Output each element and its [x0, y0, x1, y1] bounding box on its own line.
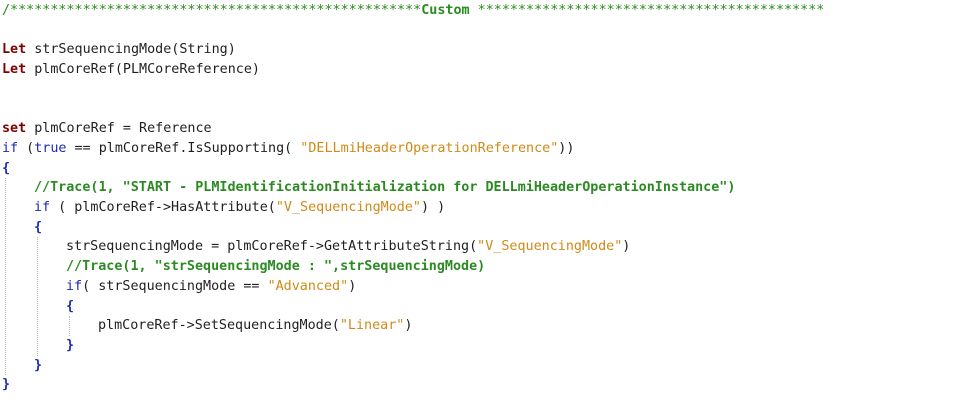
code-token: == plmCoreRef.IsSupporting(	[66, 140, 301, 156]
code-line: {	[34, 218, 42, 237]
code-token: ) )	[420, 200, 446, 215]
code-token: }	[34, 357, 43, 373]
indent-guide	[37, 237, 38, 356]
code-line: }	[2, 375, 10, 394]
code-token: "DELLmiHeaderOperationReference"	[300, 140, 559, 156]
code-token: set	[2, 121, 27, 137]
code-line: Let strSequencingMode(String)	[2, 40, 236, 59]
code-token: //Trace(1, "START - PLMIdentificationIni…	[34, 180, 736, 196]
code-line: }	[34, 356, 42, 375]
code-token: )	[348, 278, 357, 294]
code-token: {	[2, 160, 11, 176]
code-token: Let	[2, 62, 27, 78]
code-token: true	[34, 140, 67, 156]
code-line: {	[66, 297, 74, 316]
code-token: strSequencingMode(String)	[26, 42, 236, 58]
code-token: }	[2, 377, 11, 393]
code-line: Let plmCoreRef(PLMCoreReference)	[2, 60, 260, 79]
code-line: {	[2, 159, 10, 178]
code-line: if( strSequencingMode == "Advanced")	[66, 277, 356, 296]
code-token: )	[622, 239, 631, 255]
code-token: plmCoreRef(PLMCoreReference)	[26, 62, 260, 78]
code-line: if (true == plmCoreRef.IsSupporting( "DE…	[2, 139, 574, 158]
code-token: ( strSequencingMode ==	[82, 278, 268, 294]
code-editor[interactable]: /***************************************…	[0, 0, 960, 408]
code-token: "Advanced"	[267, 278, 349, 294]
code-token: )	[404, 318, 413, 334]
code-line: }	[66, 336, 74, 355]
code-token: /***************************************…	[2, 3, 422, 18]
code-token: ))	[558, 140, 575, 156]
code-token: "V_SequencingMode"	[275, 200, 421, 215]
code-token: "Linear"	[339, 318, 405, 334]
code-token: strSequencingMode = plmCoreRef->GetAttri…	[66, 239, 478, 255]
code-line: //Trace(1, "START - PLMIdentificationIni…	[34, 178, 735, 197]
code-token: {	[34, 219, 43, 235]
code-token: ****************************************…	[469, 3, 825, 18]
code-token: if	[66, 278, 83, 294]
code-token: if	[34, 200, 51, 215]
code-line: //Trace(1, "strSequencingMode : ",strSeq…	[66, 257, 485, 276]
code-token: Custom	[421, 3, 470, 18]
code-line: set plmCoreRef = Reference	[2, 119, 212, 138]
code-line: strSequencingMode = plmCoreRef->GetAttri…	[66, 237, 630, 256]
code-line: if ( plmCoreRef->HasAttribute("V_Sequenc…	[34, 198, 445, 217]
code-token: (	[18, 140, 35, 156]
code-token: plmCoreRef->SetSequencingMode(	[98, 318, 340, 334]
code-token: {	[66, 298, 75, 314]
code-token: Let	[2, 42, 27, 58]
code-token: "V_SequencingMode"	[477, 239, 623, 255]
indent-guide	[5, 178, 6, 376]
code-token: }	[66, 337, 75, 353]
code-token: if	[2, 140, 19, 156]
indent-guide	[69, 316, 70, 336]
code-token: plmCoreRef = Reference	[26, 121, 212, 137]
code-line: /***************************************…	[2, 1, 824, 20]
code-line: plmCoreRef->SetSequencingMode("Linear")	[98, 316, 412, 335]
code-token: //Trace(1, "strSequencingMode : ",strSeq…	[66, 259, 486, 275]
code-token: ( plmCoreRef->HasAttribute(	[50, 200, 276, 215]
